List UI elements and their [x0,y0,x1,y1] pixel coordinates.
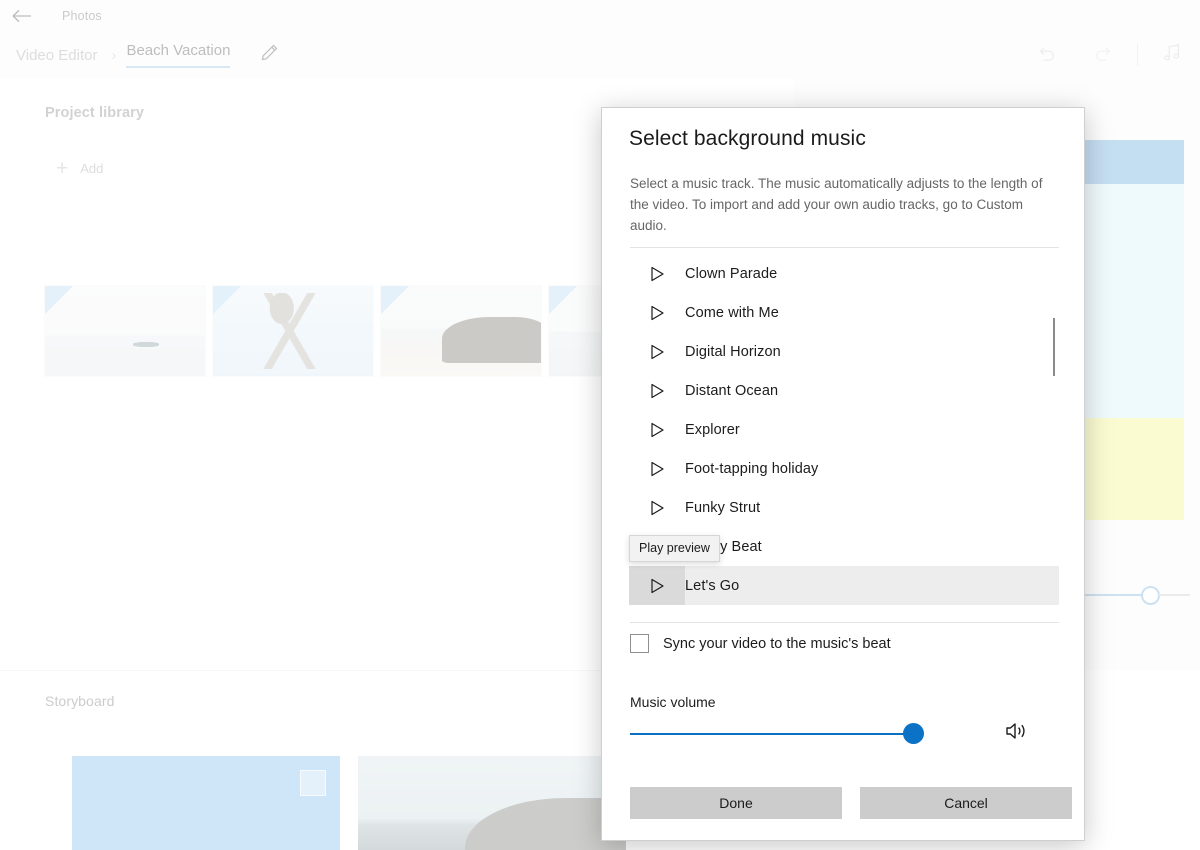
undo-button[interactable] [1019,32,1075,78]
track-name: Distant Ocean [685,383,778,399]
background-music-button[interactable] [1144,32,1200,78]
track-name: Foot-tapping holiday [685,461,818,477]
done-button[interactable]: Done [630,787,842,819]
command-bar: Video Editor › Beach Vacation [0,32,1200,78]
dialog-divider-top [630,247,1059,248]
play-preview-button[interactable] [629,371,685,410]
music-volume-slider[interactable] [630,720,1030,747]
play-preview-button[interactable] [629,332,685,371]
track-name: Explorer [685,422,740,438]
sync-to-beat-label: Sync your video to the music's beat [663,636,891,652]
track-row-come-with-me[interactable]: Come with Me [629,293,1059,332]
play-preview-button[interactable] [629,449,685,488]
command-bar-divider [1137,44,1138,66]
play-triangle-icon [650,266,665,282]
track-name: Come with Me [685,305,779,321]
breadcrumb-project-name[interactable]: Beach Vacation [126,42,230,68]
pencil-icon [260,43,279,67]
track-name: Funky Strut [685,500,760,516]
plus-icon: + [56,158,68,179]
dialog-divider-middle [630,622,1059,623]
speaker-volume-icon [1004,720,1030,747]
beach-cliff-thumbnail[interactable] [381,286,541,376]
video-editor-app: Photos Video Editor › Beach Vacation [0,0,1200,850]
thumbnail-dim-overlay [213,286,373,376]
track-row-funky-strut[interactable]: Funky Strut [629,488,1059,527]
title-bar: Photos [0,0,1200,32]
sync-to-beat-row[interactable]: Sync your video to the music's beat [630,634,891,653]
back-button[interactable] [0,0,44,32]
redo-button[interactable] [1075,32,1131,78]
mute-toggle-button[interactable] [1004,720,1030,747]
play-triangle-icon [650,422,665,438]
play-triangle-icon [650,578,665,594]
track-name: Digital Horizon [685,344,781,360]
track-row-lets-go[interactable]: Let's Go [629,566,1059,605]
play-triangle-icon [650,305,665,321]
beach-cliff-storyboard-item[interactable] [358,756,626,850]
breadcrumb-video-editor[interactable]: Video Editor [12,45,101,66]
track-row-digital-horizon[interactable]: Digital Horizon [629,332,1059,371]
volume-remaining-track [924,733,981,735]
play-preview-button[interactable] [629,293,685,332]
add-media-button[interactable]: + Add [56,158,103,179]
track-list-scrollbar-thumb[interactable] [1053,318,1055,376]
cancel-button[interactable]: Cancel [860,787,1072,819]
track-row-distant-ocean[interactable]: Distant Ocean [629,371,1059,410]
back-arrow-icon [12,9,32,23]
dialog-action-buttons: Done Cancel [630,787,1072,819]
rename-project-button[interactable] [260,43,279,67]
track-name: Clown Parade [685,266,777,282]
music-volume-label: Music volume [630,694,716,710]
track-row-explorer[interactable]: Explorer [629,410,1059,449]
volume-filled-track [630,733,912,735]
undo-icon [1036,44,1058,67]
track-name: Let's Go [685,578,739,594]
dialog-title: Select background music [629,127,866,151]
play-preview-tooltip: Play preview [629,535,720,562]
scrubber-remaining-track [1159,594,1190,596]
storyboard-card-list [72,756,626,850]
dialog-description: Select a music track. The music automati… [630,173,1062,236]
app-name: Photos [62,9,102,23]
title-card-storyboard-item[interactable] [72,756,340,850]
redo-icon [1092,44,1114,67]
breadcrumb: Video Editor › Beach Vacation [0,42,279,68]
breadcrumb-separator-icon: › [111,48,116,63]
storyboard-item-checkbox[interactable] [300,770,326,796]
select-background-music-dialog: Select background music Select a music t… [601,107,1085,841]
play-triangle-icon [650,500,665,516]
play-preview-button[interactable] [629,410,685,449]
play-triangle-icon [650,461,665,477]
thumbnail-dim-overlay [381,286,541,376]
music-track-list[interactable]: Clown Parade Come with Me Digital Horizo… [629,254,1059,618]
project-library-title: Project library [45,105,144,121]
music-note-icon [1161,43,1183,68]
add-media-label: Add [80,161,103,176]
track-row-foot-tapping-holiday[interactable]: Foot-tapping holiday [629,449,1059,488]
play-triangle-icon [650,344,665,360]
scrubber-handle[interactable] [1141,586,1160,605]
storyboard-title: Storyboard [45,693,114,709]
play-preview-button[interactable] [629,488,685,527]
thumbnail-dim-overlay [45,286,205,376]
play-triangle-icon [650,383,665,399]
palm-tree-thumbnail[interactable] [213,286,373,376]
play-preview-button[interactable] [629,254,685,293]
play-preview-button[interactable] [629,566,685,605]
sync-to-beat-checkbox[interactable] [630,634,649,653]
track-row-clown-parade[interactable]: Clown Parade [629,254,1059,293]
command-bar-actions [1019,32,1200,78]
sea-horizon-thumbnail[interactable] [45,286,205,376]
